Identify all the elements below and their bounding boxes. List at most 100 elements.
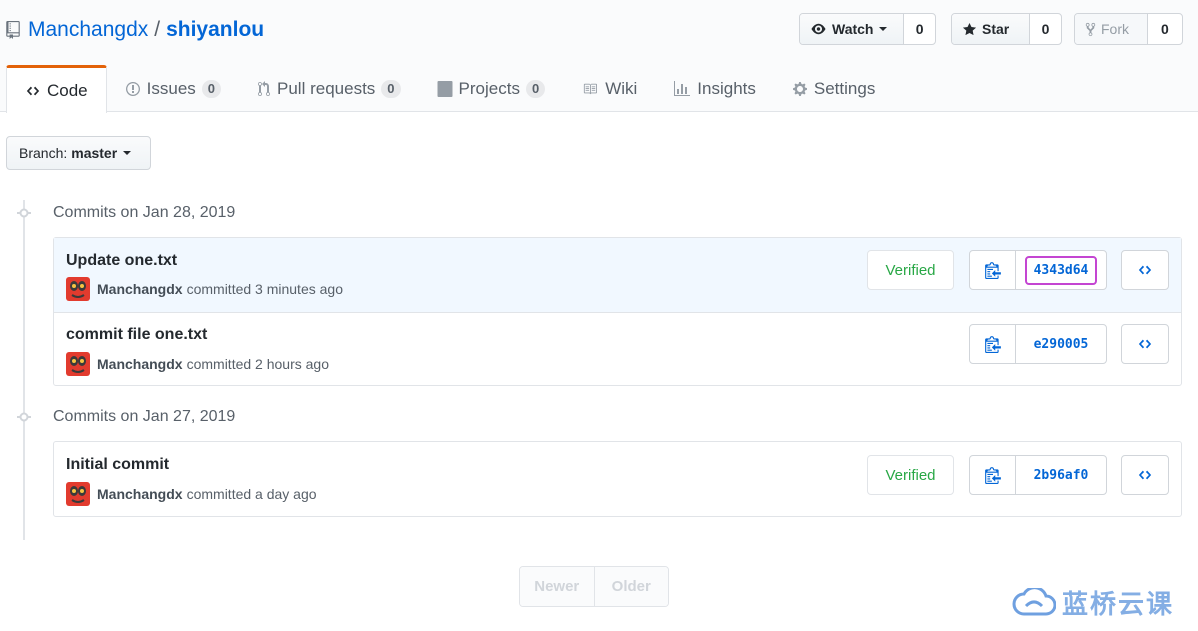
project-icon: [437, 80, 453, 97]
verified-badge[interactable]: Verified: [867, 250, 954, 290]
watermark-text: 蓝桥云课: [1062, 590, 1175, 620]
commit-group-icon: [17, 208, 31, 218]
newer-button[interactable]: Newer: [520, 567, 594, 606]
commit-meta: Manchangdx committed a day ago: [66, 482, 317, 506]
commit-author-link[interactable]: Manchangdx: [97, 281, 183, 297]
avatar[interactable]: [66, 277, 90, 301]
gear-icon: [792, 81, 807, 96]
tab-label: Issues: [146, 78, 196, 98]
pull-request-icon: [258, 80, 271, 96]
copy-sha-button[interactable]: [970, 251, 1016, 289]
cloud-logo-icon: [1012, 587, 1056, 615]
commit-message-link[interactable]: Update one.txt: [66, 252, 177, 270]
commit-sha-link[interactable]: 2b96af0: [1016, 456, 1106, 494]
tab-issues[interactable]: Issues 0: [107, 65, 239, 112]
tab-pull-requests[interactable]: Pull requests 0: [239, 65, 419, 112]
star-button-group: Star 0: [951, 13, 1062, 45]
browse-files-button[interactable]: [1121, 250, 1169, 290]
commit-author-link[interactable]: Manchangdx: [97, 356, 183, 372]
chevron-down-icon: [879, 27, 888, 31]
tab-label: Settings: [813, 78, 876, 98]
graph-icon: [674, 80, 691, 96]
star-icon: [962, 22, 977, 35]
repo-owner-link[interactable]: Manchangdx: [28, 18, 148, 42]
star-button[interactable]: Star: [952, 14, 1030, 44]
code-icon: [26, 86, 40, 95]
tab-label: Pull requests: [277, 78, 376, 98]
copy-sha-button[interactable]: [970, 456, 1016, 494]
clipboard-icon: [984, 262, 1001, 279]
commit-group-icon: [17, 412, 31, 422]
commit-message-link[interactable]: Initial commit: [66, 456, 169, 474]
commit-sha-text: 4343d64: [1024, 255, 1098, 285]
branch-name: master: [71, 145, 118, 161]
tab-label: Projects: [458, 78, 520, 98]
book-icon: [584, 83, 598, 94]
avatar[interactable]: [66, 482, 90, 506]
commit-row: Initial commit Manchangdx committed a da…: [54, 442, 1181, 516]
issues-count-badge: 0: [201, 79, 222, 98]
repo-icon: [6, 21, 20, 39]
browse-files-button[interactable]: [1121, 455, 1169, 495]
commit-group-title: Commits on Jan 27, 2019: [53, 408, 236, 425]
tab-wiki[interactable]: Wiki: [563, 65, 655, 112]
repo-nav-tabs: Code Issues 0 Pull requests 0 Projects 0…: [6, 65, 893, 113]
clipboard-icon: [984, 467, 1001, 484]
commit-sha-group: 4343d64: [969, 250, 1107, 290]
commit-list: Initial commit Manchangdx committed a da…: [53, 441, 1182, 517]
copy-sha-button[interactable]: [970, 325, 1016, 363]
tab-label: Wiki: [605, 78, 638, 98]
repo-name-link[interactable]: shiyanlou: [166, 18, 264, 42]
repo-separator: /: [154, 18, 161, 41]
watch-button[interactable]: Watch: [800, 14, 905, 44]
commit-sha-link[interactable]: e290005: [1016, 325, 1106, 363]
watch-label: Watch: [832, 21, 874, 37]
avatar[interactable]: [66, 352, 90, 376]
code-icon: [1138, 265, 1152, 275]
fork-icon: [1085, 22, 1096, 36]
tab-settings[interactable]: Settings: [774, 65, 893, 112]
commit-time: committed 3 minutes ago: [186, 281, 343, 297]
branch-prefix: Branch:: [19, 145, 68, 161]
browse-files-button[interactable]: [1121, 324, 1169, 364]
issue-icon: [125, 81, 140, 96]
commit-meta: Manchangdx committed 2 hours ago: [66, 352, 329, 376]
commit-sha-group: e290005: [969, 324, 1107, 364]
tab-label: Code: [47, 80, 88, 100]
commit-author-link[interactable]: Manchangdx: [97, 486, 183, 502]
star-label: Star: [982, 21, 1010, 37]
code-icon: [1138, 470, 1152, 480]
fork-button[interactable]: Fork: [1075, 14, 1148, 44]
commit-sha-group: 2b96af0: [969, 455, 1107, 495]
tab-insights[interactable]: Insights: [655, 65, 774, 112]
tab-code[interactable]: Code: [6, 65, 107, 113]
tab-label: Insights: [697, 78, 756, 98]
tab-projects[interactable]: Projects 0: [419, 65, 564, 112]
watch-button-group: Watch 0: [799, 13, 936, 45]
older-button[interactable]: Older: [593, 567, 668, 606]
chevron-down-icon: [123, 151, 132, 155]
pagination: Newer Older: [519, 566, 669, 607]
commit-message-link[interactable]: commit file one.txt: [66, 326, 207, 344]
commit-sha-link[interactable]: 4343d64: [1016, 251, 1106, 289]
pull-requests-count-badge: 0: [381, 79, 401, 98]
timeline-line: [23, 200, 25, 540]
star-count[interactable]: 0: [1030, 14, 1061, 44]
commit-row: commit file one.txt Manchangdx committed…: [54, 312, 1181, 386]
watch-count[interactable]: 0: [904, 14, 935, 44]
commit-meta: Manchangdx committed 3 minutes ago: [66, 277, 343, 301]
verified-badge[interactable]: Verified: [867, 455, 954, 495]
commit-time: committed 2 hours ago: [186, 356, 329, 372]
commit-time: committed a day ago: [186, 486, 317, 502]
fork-count[interactable]: 0: [1148, 14, 1182, 44]
fork-button-group: Fork 0: [1074, 13, 1183, 45]
code-icon: [1138, 339, 1152, 349]
fork-label: Fork: [1101, 21, 1129, 37]
projects-count-badge: 0: [525, 79, 546, 98]
eye-icon: [811, 23, 826, 35]
commit-group-title: Commits on Jan 28, 2019: [53, 204, 236, 221]
branch-select-button[interactable]: Branch: master: [6, 136, 151, 170]
commit-row: Update one.txt Manchangdx committed 3 mi…: [54, 238, 1181, 312]
clipboard-icon: [984, 336, 1001, 353]
repo-title: Manchangdx / shiyanlou: [6, 16, 264, 44]
